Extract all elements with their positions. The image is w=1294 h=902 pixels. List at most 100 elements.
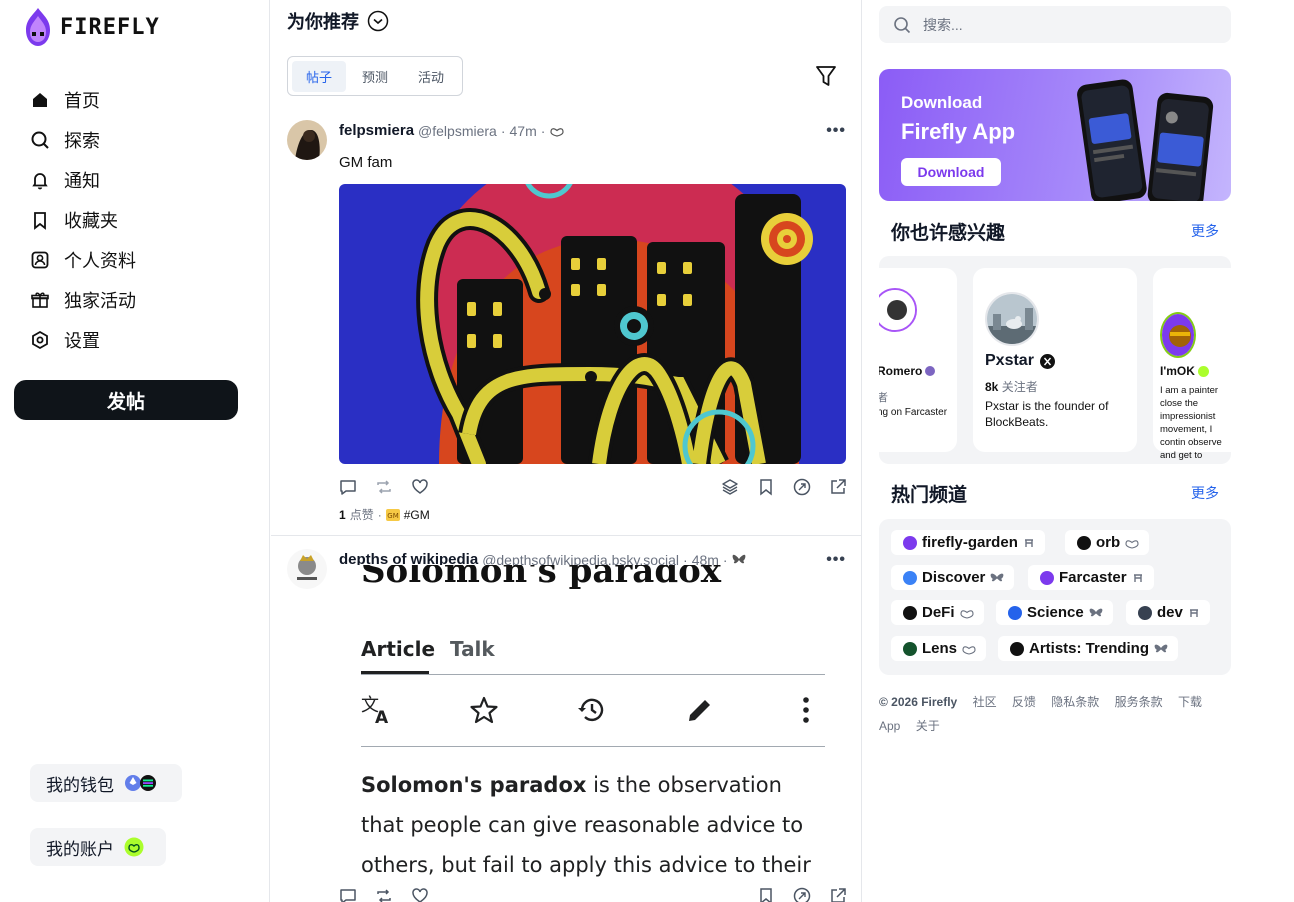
user-card[interactable]: I'mOK I am a painter close the impressio… bbox=[1153, 268, 1231, 461]
suggest-more-link[interactable]: 更多 bbox=[1191, 221, 1219, 241]
lens-platform-icon bbox=[962, 645, 976, 655]
channel-chip-science[interactable]: Science bbox=[996, 600, 1113, 625]
firefly-logo-icon bbox=[26, 8, 50, 46]
share-icon[interactable] bbox=[829, 887, 847, 902]
avatar[interactable] bbox=[287, 120, 327, 160]
channel-label: DeFi bbox=[922, 604, 955, 621]
post-image-wiki-screenshot[interactable]: Solomon's paradox Article Talk 文A Solomo… bbox=[339, 565, 846, 885]
chevron-down-icon[interactable] bbox=[367, 10, 389, 32]
repost-icon[interactable] bbox=[375, 478, 393, 496]
channel-chip-lens[interactable]: Lens bbox=[891, 636, 987, 661]
avatar-image bbox=[879, 290, 915, 330]
channel-chip-orb[interactable]: orb bbox=[1065, 530, 1150, 555]
author-handle[interactable]: @felpsmiera bbox=[418, 123, 497, 139]
nav-label: 通知 bbox=[64, 171, 100, 191]
nav-item-events[interactable]: 独家活动 bbox=[30, 280, 136, 320]
channel-label: firefly-garden bbox=[922, 534, 1018, 551]
more-options-icon[interactable]: ••• bbox=[826, 122, 846, 140]
avatar bbox=[879, 288, 917, 332]
nav-item-settings[interactable]: 设置 bbox=[30, 320, 136, 360]
channel-icon bbox=[903, 535, 917, 550]
footer-link-community[interactable]: 社区 bbox=[973, 695, 997, 709]
layers-icon[interactable] bbox=[721, 478, 739, 496]
user-bio: ng on Farcaster bbox=[879, 407, 948, 418]
footer-link-about[interactable]: 关于 bbox=[916, 719, 940, 733]
wiki-body-bold: Solomon's paradox bbox=[361, 773, 587, 797]
search-input[interactable] bbox=[923, 16, 1203, 33]
search-bar[interactable] bbox=[879, 6, 1231, 43]
channel-label: dev bbox=[1157, 604, 1183, 621]
post-button[interactable]: 发帖 bbox=[14, 380, 238, 420]
nav-item-home[interactable]: 首页 bbox=[30, 80, 136, 120]
footer-link-feedback[interactable]: 反馈 bbox=[1012, 695, 1036, 709]
nav-item-profile[interactable]: 个人资料 bbox=[30, 240, 136, 280]
bookmark-icon[interactable] bbox=[757, 478, 775, 496]
like-icon[interactable] bbox=[411, 887, 429, 902]
separator-dot: · bbox=[500, 122, 506, 139]
channel-label: Farcaster bbox=[1059, 569, 1127, 586]
user-name: Romero bbox=[879, 364, 936, 378]
edit-pencil-icon bbox=[689, 700, 710, 721]
suggested-users-carousel: Romero 者 ng on Farcaster Pxstar 8k 关注者 P… bbox=[879, 256, 1231, 464]
reply-icon[interactable] bbox=[339, 478, 357, 496]
nav-item-notifications[interactable]: 通知 bbox=[30, 160, 136, 200]
channel-chip-discover[interactable]: Discover bbox=[891, 565, 1015, 590]
avatar bbox=[985, 292, 1039, 346]
channel-label: Lens bbox=[922, 640, 958, 657]
like-icon[interactable] bbox=[411, 478, 429, 496]
user-followers: 8k 关注者 bbox=[985, 378, 1038, 395]
user-name-text: I'mOK bbox=[1160, 364, 1195, 378]
banner-download-button[interactable]: Download bbox=[901, 158, 1001, 186]
post-text: GM fam bbox=[339, 154, 393, 171]
tip-icon[interactable] bbox=[793, 887, 811, 902]
tab-posts[interactable]: 帖子 bbox=[292, 60, 347, 92]
author-name[interactable]: felpsmiera bbox=[339, 122, 414, 139]
nav-item-bookmarks[interactable]: 收藏夹 bbox=[30, 200, 136, 240]
firefly-logo[interactable]: FIREFLY bbox=[20, 6, 160, 48]
footer-link-privacy[interactable]: 隐私条款 bbox=[1051, 695, 1099, 709]
translate-icon: 文A bbox=[361, 695, 389, 725]
footer-link-terms[interactable]: 服务条款 bbox=[1115, 695, 1163, 709]
post-tag[interactable]: #GM bbox=[404, 508, 430, 522]
user-name: I'mOK bbox=[1160, 364, 1209, 378]
share-icon[interactable] bbox=[829, 478, 847, 496]
user-card[interactable]: Pxstar 8k 关注者 Pxstar is the founder of B… bbox=[973, 268, 1137, 452]
channel-chip-farcaster[interactable]: Farcaster bbox=[1028, 565, 1154, 590]
channel-chip-firefly-garden[interactable]: firefly-garden bbox=[891, 530, 1045, 555]
bookmark-icon[interactable] bbox=[757, 887, 775, 902]
avatar[interactable] bbox=[287, 549, 327, 589]
reply-icon[interactable] bbox=[339, 887, 357, 902]
bluesky-icon bbox=[1089, 608, 1103, 616]
gm-badge-icon: GM bbox=[385, 508, 400, 521]
footer: © 2026 Firefly 社区 反馈 隐私条款 服务条款 下载 App 关于 bbox=[879, 690, 1231, 738]
nav-label: 独家活动 bbox=[64, 291, 136, 311]
channels-more-link[interactable]: 更多 bbox=[1191, 483, 1219, 503]
channel-chip-artists-trending[interactable]: Artists: Trending bbox=[998, 636, 1179, 661]
wallet-button[interactable]: 我的钱包 bbox=[30, 764, 182, 802]
repost-icon[interactable] bbox=[375, 887, 393, 902]
settings-icon bbox=[32, 330, 48, 350]
filter-icon[interactable] bbox=[815, 64, 837, 88]
channel-chip-dev[interactable]: dev bbox=[1126, 600, 1210, 625]
trending-channels: firefly-garden orb Discover Farcaster De… bbox=[879, 519, 1231, 675]
post-image[interactable] bbox=[339, 184, 846, 464]
feed-header[interactable]: 为你推荐 bbox=[287, 8, 389, 34]
nav-item-explore[interactable]: 探索 bbox=[30, 120, 136, 160]
account-button[interactable]: 我的账户 bbox=[30, 828, 166, 866]
left-sidebar: FIREFLY 首页 探索 通知 收藏夹 个人资料 独家活动 设置 发帖 我的钱… bbox=[0, 0, 270, 902]
tab-activities[interactable]: 活动 bbox=[404, 61, 458, 92]
download-app-banner[interactable]: Download Firefly App Download bbox=[879, 69, 1231, 201]
tip-icon[interactable] bbox=[793, 478, 811, 496]
post-card[interactable]: depths of wikipedia @depthsofwikipedia.b… bbox=[271, 545, 861, 902]
tab-predictions[interactable]: 预测 bbox=[348, 61, 402, 92]
separator-dot: · bbox=[540, 122, 546, 139]
channel-chip-defi[interactable]: DeFi bbox=[891, 600, 984, 625]
account-label: 我的账户 bbox=[46, 839, 114, 859]
avatar-image bbox=[987, 294, 1037, 344]
nav-label: 首页 bbox=[64, 91, 100, 111]
feed-title: 为你推荐 bbox=[287, 12, 359, 32]
channel-icon bbox=[1010, 641, 1024, 656]
user-card[interactable]: Romero 者 ng on Farcaster bbox=[879, 268, 957, 452]
post-card[interactable]: felpsmiera @felpsmiera · 47m · ••• GM fa… bbox=[271, 116, 861, 536]
nav-label: 个人资料 bbox=[64, 251, 136, 271]
